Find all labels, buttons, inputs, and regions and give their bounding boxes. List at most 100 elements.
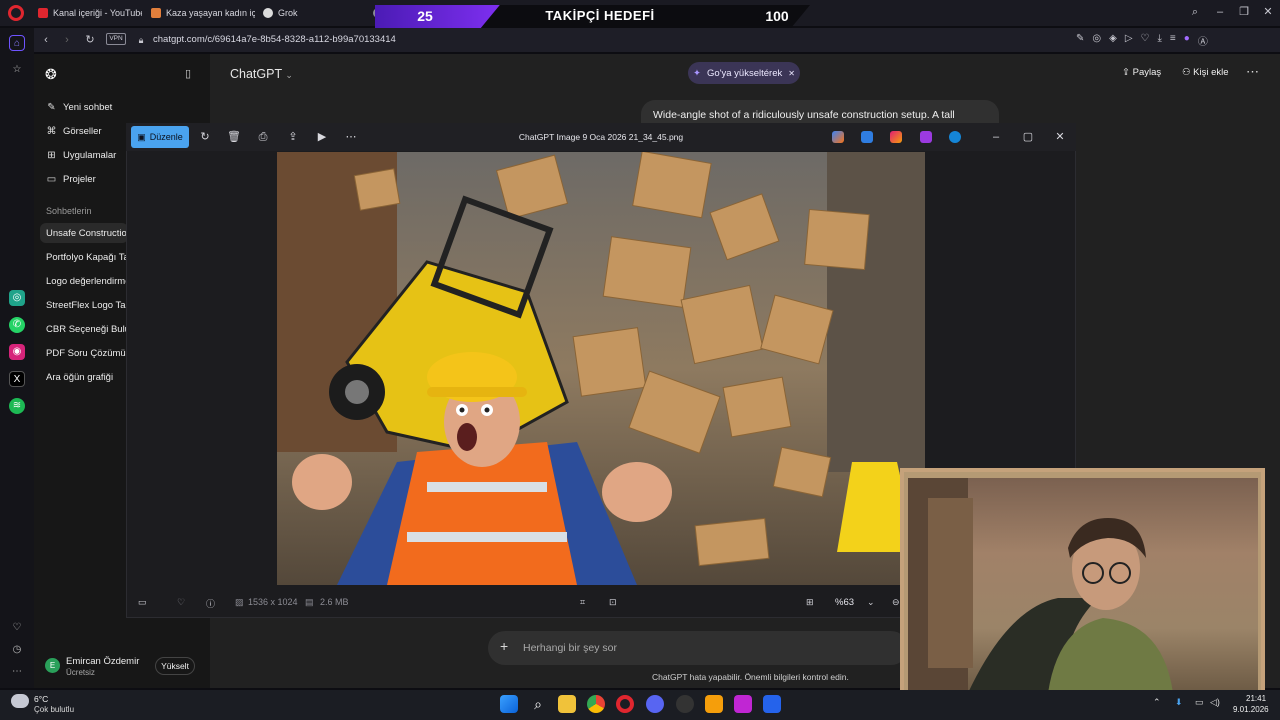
avatar[interactable]: E <box>45 658 60 673</box>
fit-to-window-icon[interactable]: ⊞ <box>806 597 814 608</box>
camera-icon[interactable]: ◎ <box>1092 33 1101 48</box>
close-icon[interactable]: ✕ <box>788 69 795 78</box>
conversation-item[interactable]: PDF Soru Çözümü Y <box>46 348 128 359</box>
close-icon[interactable]: ✕ <box>1261 5 1275 19</box>
info-icon[interactable]: ⓘ <box>206 597 215 610</box>
reload-icon[interactable]: ↻ <box>83 33 97 47</box>
opera-logo-icon[interactable] <box>8 5 24 21</box>
sidebar-item-new-chat[interactable]: ✎ Yeni sohbet <box>46 102 112 113</box>
opera-icon[interactable] <box>616 695 634 713</box>
minimize-icon[interactable]: – <box>1213 5 1227 19</box>
start-icon[interactable] <box>500 695 518 713</box>
conversation-item[interactable]: Portfolyo Kapağı Ta <box>46 252 128 263</box>
text-recognition-icon[interactable]: ⊡ <box>609 597 617 608</box>
search-icon[interactable]: ⌕ <box>529 695 547 713</box>
file-explorer-icon[interactable] <box>558 695 576 713</box>
model-picker[interactable]: ChatGPT ⌄ <box>230 67 293 81</box>
tray-app-icon[interactable]: ⬇ <box>1175 697 1183 708</box>
heart-icon[interactable]: ♡ <box>1141 33 1150 48</box>
conversation-item[interactable]: CBR Seçeneği Bulun <box>46 324 128 335</box>
browser-tab-youtube[interactable]: Kanal içeriği - YouTube St <box>38 3 142 23</box>
spotify-icon[interactable]: ≋ <box>9 398 25 414</box>
plus-icon[interactable]: + <box>500 638 508 654</box>
history-icon[interactable]: ◷ <box>9 642 25 658</box>
heart-icon[interactable]: ♡ <box>9 620 25 636</box>
crop-icon[interactable]: ⌗ <box>580 597 585 608</box>
generated-image[interactable] <box>277 152 925 585</box>
upgrade-button[interactable]: Yükselt <box>155 657 195 675</box>
upgrade-plan-pill[interactable]: ✦ Go'ya yükseltérek ✕ <box>688 62 800 84</box>
weather-description[interactable]: Çok bulutlu <box>34 705 74 714</box>
vpn-badge[interactable]: VPN <box>106 33 126 45</box>
bookmark-icon[interactable]: ▷ <box>1125 33 1133 48</box>
clock-time[interactable]: 21:41 <box>1246 694 1266 703</box>
openai-logo-icon[interactable]: ❂ <box>45 66 57 83</box>
weather-cloud-icon[interactable] <box>11 694 29 708</box>
rotate-icon[interactable]: ↻ <box>198 130 212 144</box>
edit-icon[interactable]: ✎ <box>1076 33 1084 48</box>
clock-date[interactable]: 9.01.2026 <box>1233 705 1269 714</box>
conversation-item[interactable]: Ara öğün grafiği <box>46 372 128 383</box>
user-name[interactable]: Emircan Özdemir <box>66 656 139 667</box>
download-icon[interactable]: ⤓ <box>1158 33 1162 48</box>
maximize-icon[interactable]: ▢ <box>1021 130 1035 144</box>
lock-icon[interactable]: 🔒︎ <box>134 33 148 47</box>
chatgpt-rail-icon[interactable]: ◎ <box>9 290 25 306</box>
more-icon[interactable]: ⋯ <box>9 664 25 680</box>
star-icon[interactable]: ☆ <box>9 62 25 78</box>
print-icon[interactable]: ⎙ <box>256 130 270 144</box>
forward-icon[interactable]: › <box>60 33 74 47</box>
favorite-icon[interactable]: ♡ <box>177 597 185 608</box>
media-app-icon[interactable] <box>734 695 752 713</box>
home-icon[interactable]: ⌂ <box>9 35 25 51</box>
zoom-level[interactable]: %63 <box>835 597 854 608</box>
weather-temperature[interactable]: 6°C <box>34 694 48 704</box>
designer-icon[interactable] <box>920 131 932 143</box>
microphone-app-icon[interactable] <box>705 695 723 713</box>
browser-search-icon[interactable]: ⌕ <box>1188 5 1202 19</box>
share-button[interactable]: ⇪ Paylaş <box>1122 67 1161 78</box>
clipchamp-icon[interactable] <box>890 131 902 143</box>
photos-icon[interactable] <box>763 695 781 713</box>
sidebar-toggle-icon[interactable]: ▯ <box>185 67 191 80</box>
sidebar-item-projects[interactable]: ▭ Projeler <box>46 174 96 185</box>
conversation-item[interactable]: Logo değerlendirme <box>46 276 128 287</box>
shield-icon[interactable]: ◈ <box>1109 33 1117 48</box>
composer-placeholder[interactable]: Herhangi bir şey sor <box>523 642 617 654</box>
obs-icon[interactable] <box>676 695 694 713</box>
chevron-down-icon[interactable]: ⌄ <box>867 597 875 608</box>
url-field[interactable]: chatgpt.com/c/69614a7e-8b54-8328-a112-b9… <box>153 34 396 45</box>
more-icon[interactable]: ⋯ <box>344 130 358 144</box>
minimize-icon[interactable]: – <box>989 130 1003 144</box>
instagram-icon[interactable]: ◉ <box>9 344 25 360</box>
browser-tab-kaza[interactable]: Kaza yaşayan kadın için se <box>151 3 255 23</box>
slideshow-icon[interactable]: ▶ <box>315 130 329 144</box>
conversation-item[interactable]: StreetFlex Logo Tas <box>46 300 128 311</box>
profile-icon[interactable]: ● <box>1184 33 1190 48</box>
maximize-icon[interactable]: ❐ <box>1237 5 1251 19</box>
volume-icon[interactable]: ◁) <box>1210 697 1220 708</box>
ai-icon[interactable]: Ⓐ <box>1198 33 1208 48</box>
chrome-icon[interactable] <box>587 695 605 713</box>
paint-icon[interactable] <box>861 131 873 143</box>
sidebar-item-apps[interactable]: ⊞ Uygulamalar <box>46 150 116 161</box>
close-icon[interactable]: ✕ <box>1053 130 1067 144</box>
menu-icon[interactable]: ≡ <box>1170 33 1176 48</box>
delete-icon[interactable]: 🗑︎ <box>227 130 241 144</box>
tray-chevron-icon[interactable]: ⌃ <box>1153 697 1161 708</box>
browser-tab-grok[interactable]: Grok <box>263 3 363 23</box>
x-icon[interactable]: X <box>9 371 25 387</box>
filmstrip-icon[interactable]: ▭ <box>138 597 147 608</box>
sidebar-item-images[interactable]: ⌘ Görseller <box>46 126 102 137</box>
edit-button[interactable]: ▣ Düzenle <box>131 126 189 148</box>
onedrive-icon[interactable] <box>949 131 961 143</box>
share-icon[interactable]: ⇪ <box>286 130 300 144</box>
add-people-button[interactable]: ⚇ Kişi ekle <box>1182 67 1229 78</box>
more-options-icon[interactable]: ⋯ <box>1246 64 1259 80</box>
zoom-out-icon[interactable]: ⊖ <box>892 597 900 608</box>
whatsapp-icon[interactable]: ✆ <box>9 317 25 333</box>
copilot-icon[interactable] <box>832 131 844 143</box>
network-icon[interactable]: ▭ <box>1195 697 1204 708</box>
conversation-item[interactable]: Unsafe Construction <box>46 228 128 239</box>
back-icon[interactable]: ‹ <box>39 33 53 47</box>
